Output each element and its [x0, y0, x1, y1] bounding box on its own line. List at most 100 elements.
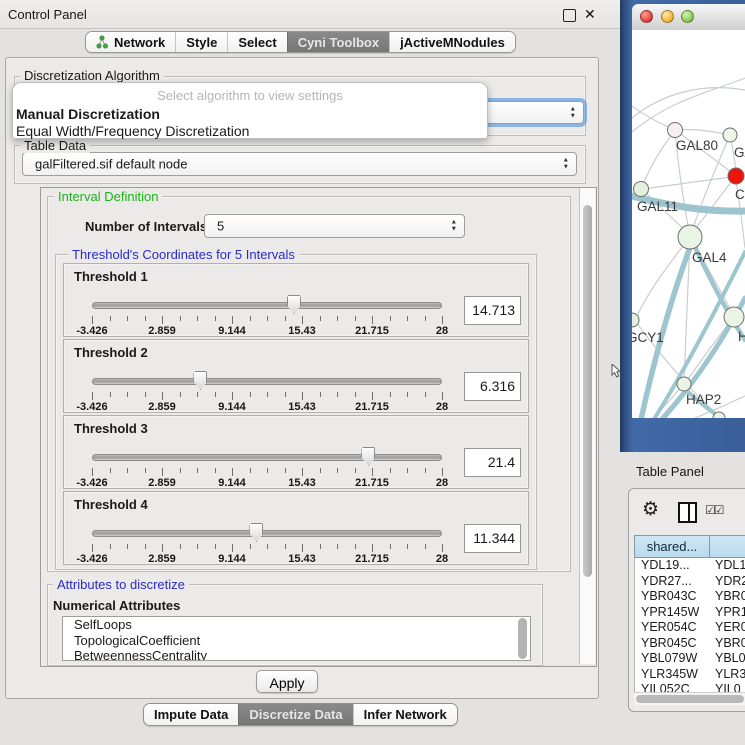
app-root: Control Panel ✕ Network Style Select Cyn…: [0, 0, 745, 745]
network-canvas[interactable]: GAL80GACGAL11GAL4GCY1HHAP2: [632, 30, 745, 418]
table-row[interactable]: YDL19...YDL1: [635, 558, 745, 574]
slider-track[interactable]: [92, 454, 442, 461]
column-header[interactable]: na: [709, 535, 745, 558]
checkbox-icons[interactable]: ☑☑: [705, 503, 723, 517]
close-traffic-light[interactable]: [640, 10, 653, 23]
network-node[interactable]: [678, 225, 702, 249]
network-node[interactable]: [677, 377, 691, 391]
network-node[interactable]: [728, 168, 744, 184]
minimize-traffic-light[interactable]: [661, 10, 674, 23]
network-window-titlebar[interactable]: [632, 4, 745, 31]
slider-thumb[interactable]: [249, 523, 263, 542]
table-row[interactable]: YBL079WYBL0: [635, 651, 745, 667]
tick-label: 2.859: [148, 325, 176, 337]
cell-shared-name[interactable]: YER054C: [635, 620, 710, 636]
tab-infer-network[interactable]: Infer Network: [353, 704, 457, 725]
slider-thumb[interactable]: [193, 371, 207, 390]
cell-shared-name[interactable]: YDR27...: [635, 574, 710, 590]
cell-name[interactable]: YLR3: [710, 667, 745, 683]
numerical-attributes-list[interactable]: SelfLoopsTopologicalCoefficientBetweenne…: [62, 616, 531, 661]
tick-label: 2.859: [148, 553, 176, 565]
cell-shared-name[interactable]: YPR145W: [635, 605, 710, 621]
combo-spinner-icon[interactable]: ▲▼: [451, 219, 457, 234]
horizontal-scrollbar[interactable]: [634, 692, 745, 705]
num-intervals-combobox[interactable]: 5 ▲▼: [204, 214, 465, 238]
table-row[interactable]: YBR043CYBR0: [635, 589, 745, 605]
slider-track[interactable]: [92, 530, 442, 537]
threshold-value-field[interactable]: 14.713: [464, 296, 521, 325]
column-header[interactable]: shared...: [634, 535, 709, 558]
tab-impute-data[interactable]: Impute Data: [144, 704, 238, 725]
column-layout-icon[interactable]: [678, 502, 697, 523]
table-panel-bar: Table Panel: [598, 452, 745, 488]
cell-shared-name[interactable]: YBL079W: [635, 651, 710, 667]
table-data-combobox[interactable]: galFiltered.sif default node ▲▼: [22, 152, 577, 176]
threshold-slider[interactable]: -3.4262.8599.14415.4321.71528: [92, 370, 443, 412]
cell-shared-name[interactable]: YBR043C: [635, 589, 710, 605]
tab-style[interactable]: Style: [175, 32, 227, 52]
cell-name[interactable]: YDL1: [710, 558, 745, 574]
cell-name[interactable]: YER0: [710, 620, 745, 636]
slider-thumb[interactable]: [287, 295, 301, 314]
slider-track[interactable]: [92, 302, 442, 309]
dropdown-item-manual[interactable]: Manual Discretization: [13, 103, 487, 122]
table-row[interactable]: YPR145WYPR1: [635, 605, 745, 621]
cell-name[interactable]: YBR0: [710, 589, 745, 605]
attributes-scrollbar-thumb[interactable]: [518, 618, 527, 659]
attribute-list-item[interactable]: SelfLoops: [63, 617, 530, 633]
tick-label: -3.426: [76, 477, 107, 489]
cell-shared-name[interactable]: YIL052C: [635, 682, 710, 692]
attribute-list-item[interactable]: TopologicalCoefficient: [63, 633, 530, 649]
vertical-scrollbar[interactable]: [579, 188, 595, 664]
tab-discretize-data[interactable]: Discretize Data: [238, 704, 352, 725]
threshold-slider[interactable]: -3.4262.8599.14415.4321.71528: [92, 446, 443, 488]
tab-label: jActiveMNodules: [400, 35, 505, 50]
combo-spinner-icon[interactable]: ▲▼: [570, 105, 576, 120]
threshold-value-field[interactable]: 21.4: [464, 448, 521, 477]
dropdown-placeholder-item[interactable]: Select algorithm to view settings: [13, 83, 487, 103]
combo-spinner-icon[interactable]: ▲▼: [563, 157, 569, 172]
scrollbar-thumb[interactable]: [636, 695, 744, 703]
table-row[interactable]: YDR27...YDR2: [635, 574, 745, 590]
threshold-row: Threshold 2-3.4262.8599.14415.4321.71528…: [63, 339, 529, 413]
tab-network[interactable]: Network: [86, 32, 175, 52]
tab-select[interactable]: Select: [227, 32, 286, 52]
dropdown-item-equal-width[interactable]: Equal Width/Frequency Discretization: [13, 122, 487, 139]
cell-shared-name[interactable]: YBR045C: [635, 636, 710, 652]
tab-jactivemnodules[interactable]: jActiveMNodules: [389, 32, 515, 52]
tick-label: 15.43: [288, 325, 316, 337]
table-row[interactable]: YIL052CYIL0: [635, 682, 745, 692]
scrollbar-thumb[interactable]: [583, 205, 592, 577]
cell-name[interactable]: YBL0: [710, 651, 745, 667]
network-node[interactable]: [634, 182, 649, 197]
threshold-value-field[interactable]: 6.316: [464, 372, 521, 401]
threshold-slider[interactable]: -3.4262.8599.14415.4321.71528: [92, 522, 443, 564]
apply-button[interactable]: Apply: [256, 670, 318, 693]
cell-shared-name[interactable]: YLR345W: [635, 667, 710, 683]
cell-name[interactable]: YIL0: [710, 682, 745, 692]
tick-label: 2.859: [148, 401, 176, 413]
float-window-icon[interactable]: [563, 9, 576, 22]
table-row[interactable]: YER054CYER0: [635, 620, 745, 636]
table-body[interactable]: YDL19...YDL1YDR27...YDR2YBR043CYBR0YPR14…: [634, 558, 745, 692]
tab-cyni-toolbox[interactable]: Cyni Toolbox: [287, 32, 389, 52]
table-row[interactable]: YBR045CYBR0: [635, 636, 745, 652]
gear-icon[interactable]: ⚙: [642, 498, 659, 521]
threshold-slider[interactable]: -3.4262.8599.14415.4321.71528: [92, 294, 443, 336]
network-node[interactable]: [724, 307, 744, 327]
threshold-value-field[interactable]: 11.344: [464, 524, 521, 553]
network-edge: [642, 177, 733, 189]
table-row[interactable]: YLR345WYLR3: [635, 667, 745, 683]
close-icon[interactable]: ✕: [584, 6, 596, 23]
tick-label: 15.43: [288, 553, 316, 565]
cell-name[interactable]: YDR2: [710, 574, 745, 590]
attribute-list-item[interactable]: BetweennessCentrality: [63, 648, 530, 661]
slider-track[interactable]: [92, 378, 442, 385]
network-node[interactable]: [668, 123, 683, 138]
network-node[interactable]: [723, 128, 737, 142]
cell-name[interactable]: YPR1: [710, 605, 745, 621]
slider-thumb[interactable]: [361, 447, 375, 466]
cell-name[interactable]: YBR0: [710, 636, 745, 652]
zoom-traffic-light[interactable]: [681, 10, 694, 23]
cell-shared-name[interactable]: YDL19...: [635, 558, 710, 574]
